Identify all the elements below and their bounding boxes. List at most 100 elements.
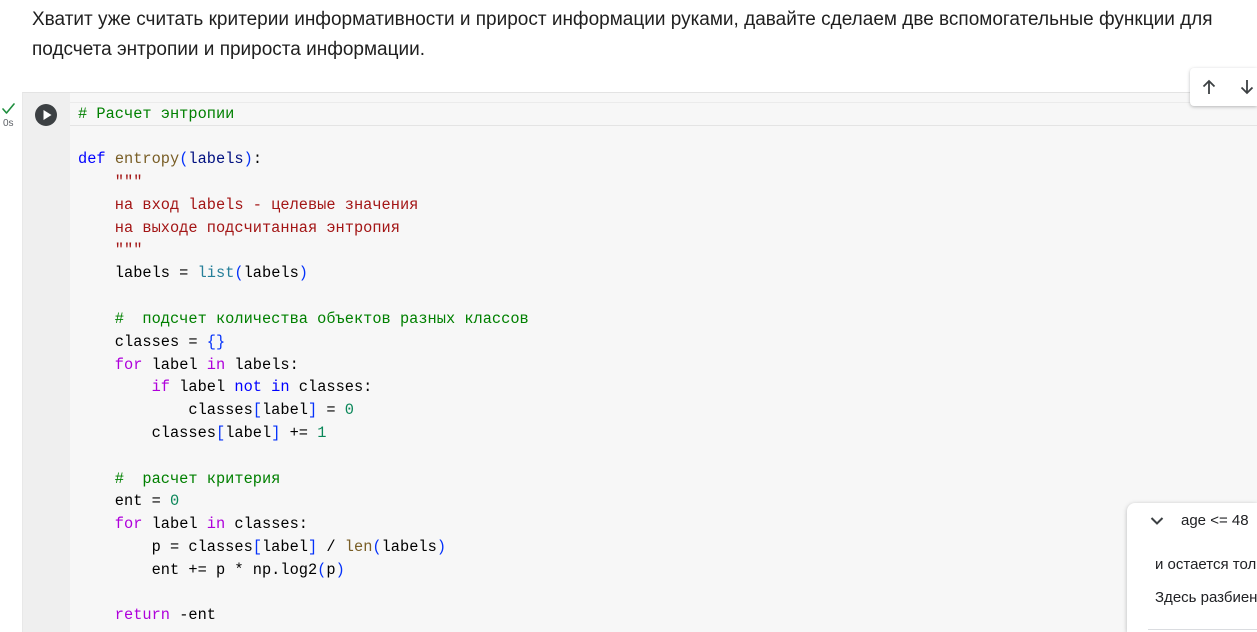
- code-token: ): [436, 538, 447, 557]
- code-token: classes: [78, 423, 216, 442]
- code-line[interactable]: return -ent: [78, 604, 529, 627]
- code-token: /: [317, 538, 345, 557]
- code-token: label: [261, 401, 308, 420]
- code-token: :: [252, 150, 263, 169]
- code-line[interactable]: """: [78, 239, 529, 262]
- code-token: =: [317, 401, 345, 420]
- code-line[interactable]: labels = list(labels): [78, 262, 529, 285]
- play-circle-icon: [35, 104, 57, 126]
- code-line[interactable]: ent = 0: [78, 490, 529, 513]
- code-line[interactable]: [78, 582, 529, 605]
- code-token: not in: [234, 378, 290, 397]
- code-line[interactable]: # Расчет энтропии: [78, 103, 529, 126]
- code-line[interactable]: classes = {}: [78, 331, 529, 354]
- code-token: [: [252, 401, 262, 420]
- code-token: на вход labels - целевые значения: [114, 195, 419, 214]
- code-line[interactable]: # расчет критерия: [78, 468, 529, 491]
- code-token: ]: [307, 401, 318, 420]
- code-token: entropy: [114, 150, 180, 169]
- code-token: def: [78, 150, 106, 169]
- code-token: ent =: [78, 492, 170, 511]
- code-token: # подсчет количества объектов разных кла…: [114, 309, 529, 328]
- code-token: {}: [206, 332, 226, 351]
- code-token: 0: [344, 401, 354, 420]
- code-token: classes:: [225, 515, 308, 534]
- code-line[interactable]: [78, 285, 529, 308]
- code-line[interactable]: ent += p * np.log2(p): [78, 559, 529, 582]
- code-line[interactable]: """: [78, 171, 529, 194]
- code-token: # расчет критерия: [114, 469, 281, 488]
- code-line[interactable]: def entropy(labels):: [78, 148, 529, 171]
- code-token: [: [215, 423, 226, 442]
- code-token: label: [225, 423, 272, 442]
- code-token: classes:: [289, 378, 373, 397]
- code-line[interactable]: classes[label] = 0: [78, 399, 529, 422]
- code-token: ent += p * np.log2: [78, 560, 318, 579]
- code-token: ]: [307, 538, 318, 557]
- arrow-down-icon: [1240, 80, 1254, 95]
- code-token: len: [344, 538, 373, 557]
- code-token: на выходе подсчитанная энтропия: [114, 218, 400, 237]
- code-token: """: [114, 173, 143, 192]
- code-token: labels: [243, 264, 299, 283]
- text-cell-paragraph: Хватит уже считать критерии информативно…: [32, 9, 1213, 60]
- check-icon: [2, 103, 15, 114]
- code-line[interactable]: [78, 125, 529, 148]
- run-cell-button[interactable]: [34, 103, 58, 127]
- floating-panel: age <= 48 и остается тол Здесь разбиен: [1127, 503, 1257, 632]
- chevron-down-icon[interactable]: [1150, 516, 1164, 526]
- move-cell-down-button[interactable]: [1232, 72, 1257, 102]
- code-token: ): [298, 264, 308, 283]
- panel-header[interactable]: age <= 48: [1143, 507, 1257, 535]
- code-token: +=: [280, 423, 318, 442]
- code-token: if: [151, 378, 170, 397]
- code-token: (: [317, 560, 327, 579]
- code-token: -ent: [170, 606, 216, 625]
- code-token: labels:: [225, 355, 299, 374]
- code-line[interactable]: for label in labels:: [78, 354, 529, 377]
- code-token: in: [206, 515, 226, 534]
- code-token: 1: [317, 423, 327, 442]
- code-lines[interactable]: # Расчет энтропии def entropy(labels): ""…: [78, 103, 529, 628]
- code-line[interactable]: for label in classes:: [78, 513, 529, 536]
- panel-title: age <= 48: [1181, 512, 1249, 529]
- code-token: p: [326, 560, 336, 579]
- code-token: [: [252, 538, 262, 557]
- code-line[interactable]: [78, 445, 529, 468]
- panel-divider: [1148, 629, 1257, 630]
- code-token: label: [142, 355, 207, 374]
- code-line[interactable]: p = classes[label] / len(labels): [78, 536, 529, 559]
- code-token: for: [114, 355, 143, 374]
- code-line[interactable]: на выходе подсчитанная энтропия: [78, 217, 529, 240]
- code-token: for: [114, 515, 143, 534]
- panel-text-line: и остается тол: [1155, 556, 1257, 573]
- move-cell-up-button[interactable]: [1194, 72, 1224, 102]
- code-token: ]: [271, 423, 281, 442]
- code-token: label: [261, 538, 308, 557]
- execution-time: 0s: [3, 118, 14, 129]
- code-token: return: [114, 606, 170, 625]
- code-token: # Расчет энтропии: [78, 104, 235, 123]
- code-token: classes: [78, 401, 253, 420]
- text-cell[interactable]: Хватит уже считать критерии информативно…: [32, 5, 1257, 65]
- code-token: (: [234, 264, 244, 283]
- code-line[interactable]: на вход labels - целевые значения: [78, 194, 529, 217]
- code-token: 0: [169, 492, 180, 511]
- code-line[interactable]: if label not in classes:: [78, 376, 529, 399]
- code-line[interactable]: classes[label] += 1: [78, 422, 529, 445]
- panel-text-line: Здесь разбиен: [1155, 589, 1257, 606]
- cell-toolbar: [1190, 68, 1257, 106]
- code-token: p = classes: [78, 538, 253, 557]
- code-token: (: [372, 538, 382, 557]
- code-line[interactable]: # подсчет количества объектов разных кла…: [78, 308, 529, 331]
- code-token: labels =: [78, 264, 198, 283]
